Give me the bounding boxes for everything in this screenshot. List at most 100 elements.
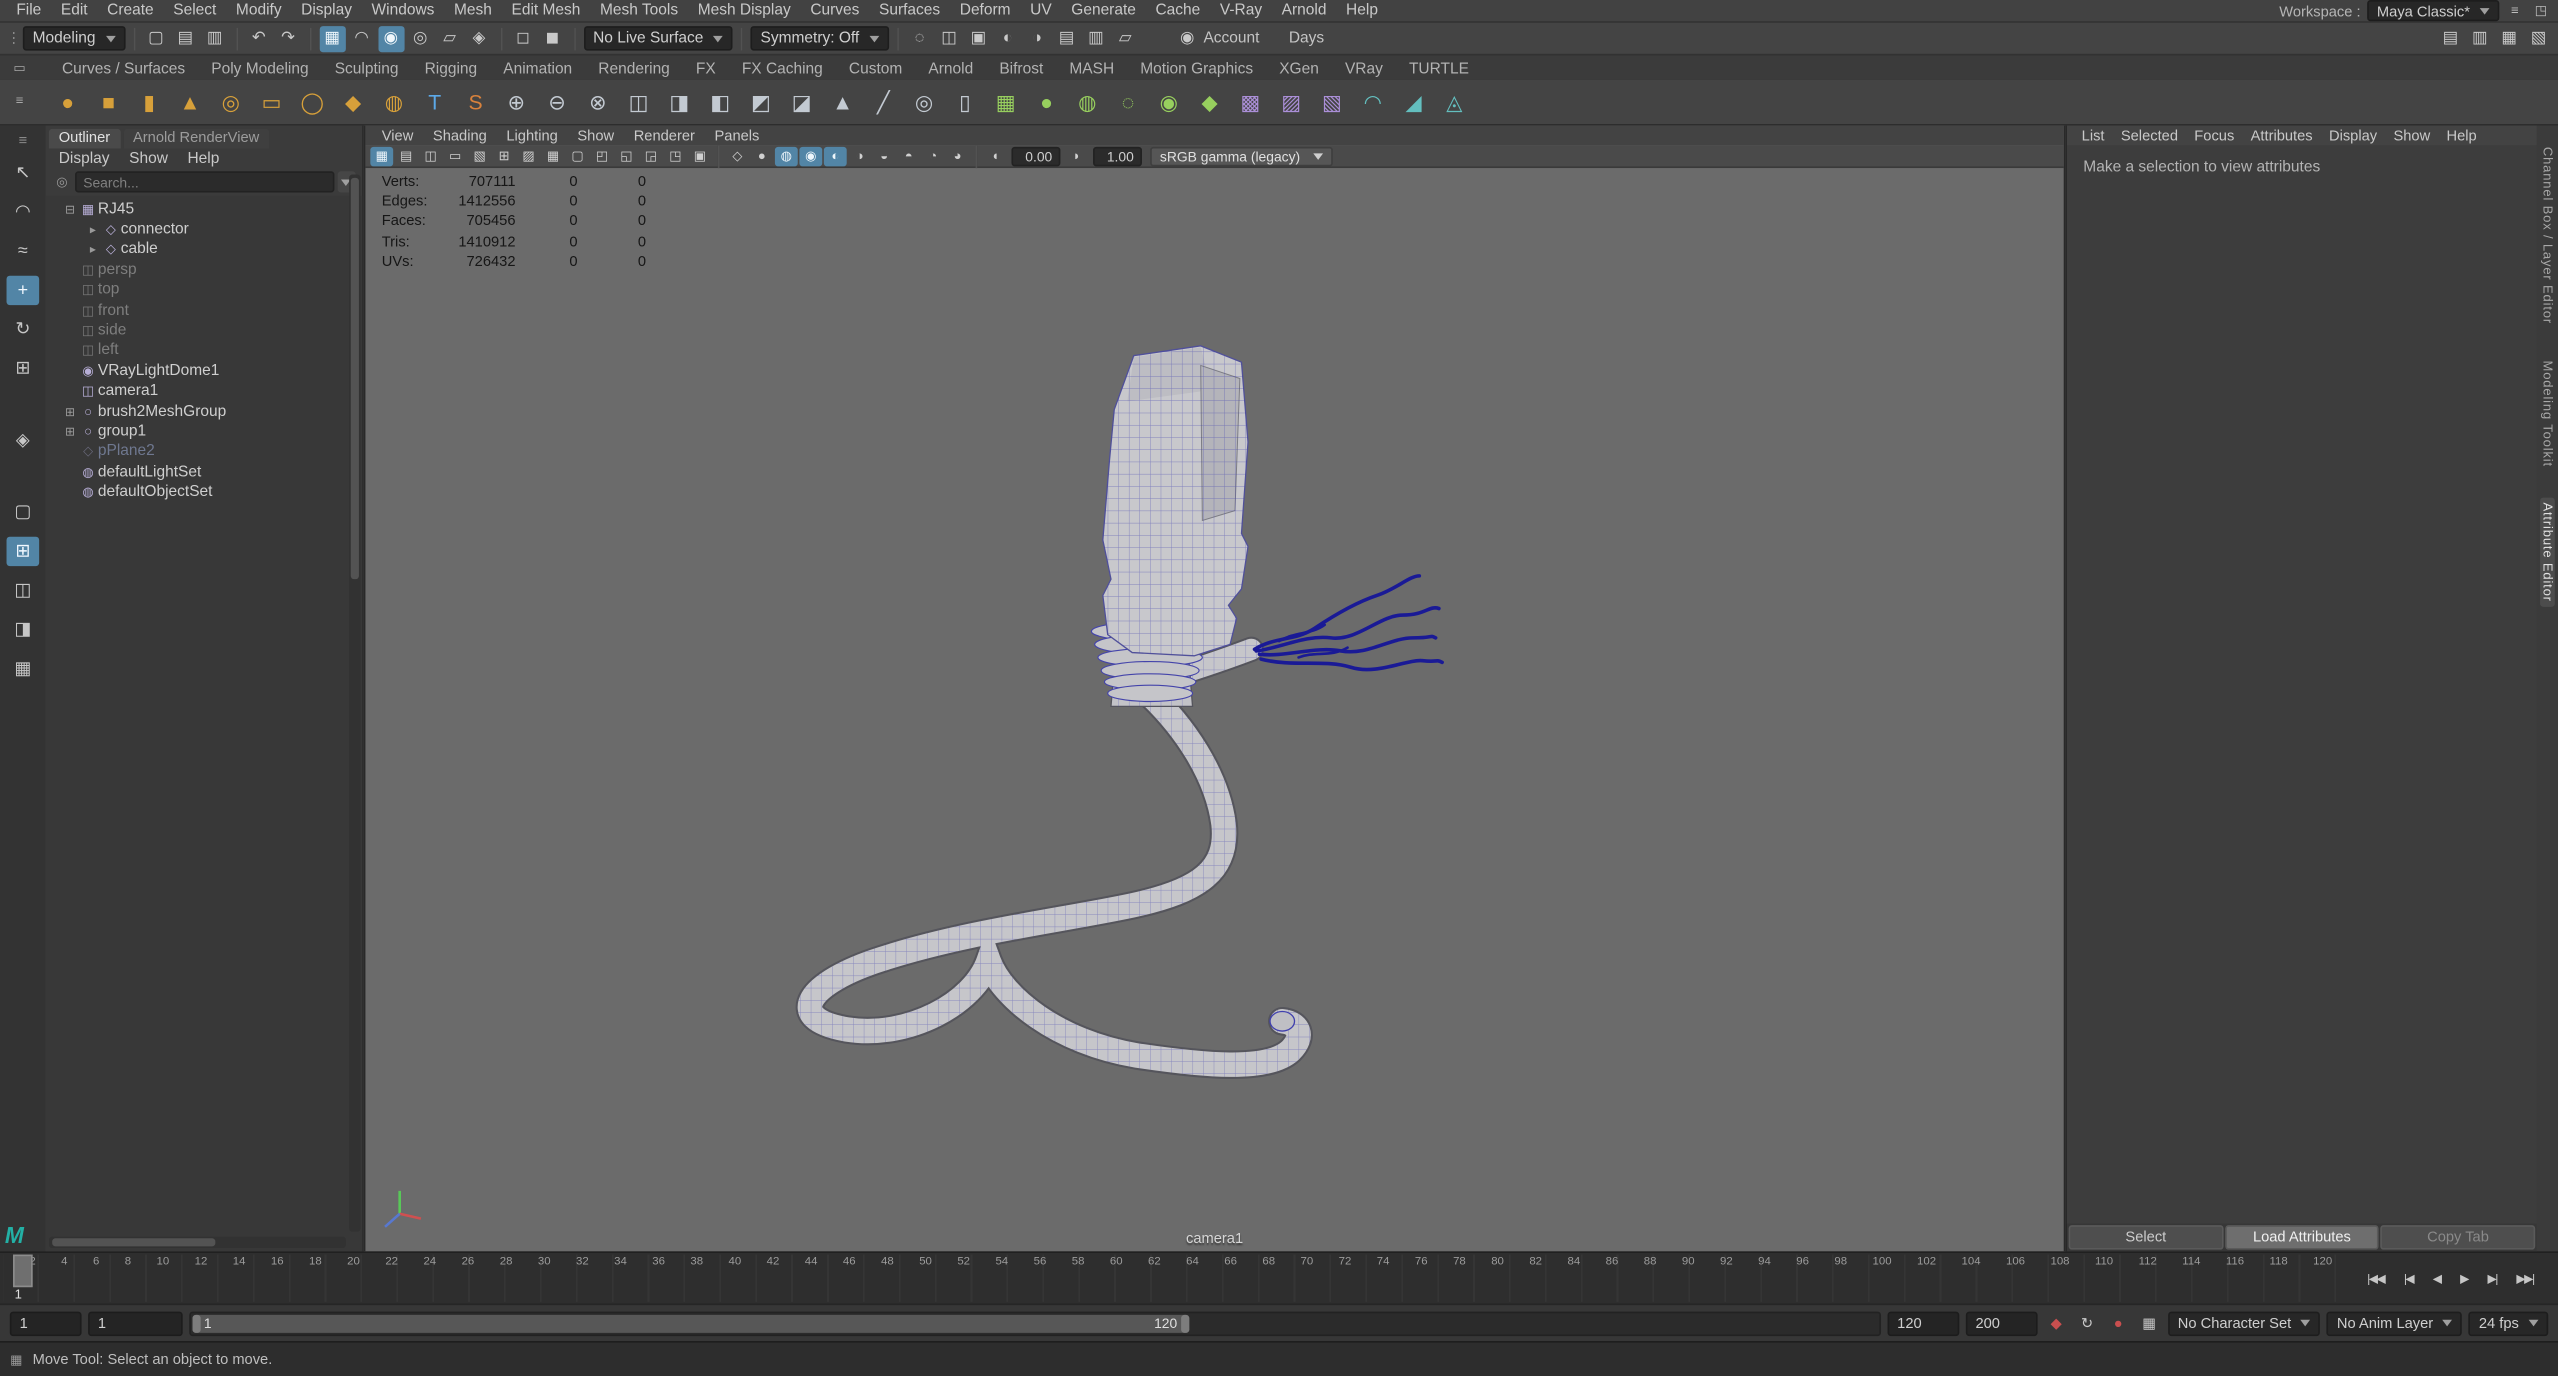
shelf-poly-torus-icon[interactable]: ◎ <box>212 83 250 121</box>
shelf-quad-draw-icon[interactable]: ▦ <box>987 83 1025 121</box>
select-button[interactable]: Select <box>2068 1225 2224 1250</box>
object-mode-icon[interactable]: ◻ <box>510 25 536 51</box>
shelf-poly-cone-icon[interactable]: ▲ <box>171 83 209 121</box>
animation-end-field[interactable]: 200 <box>1965 1310 2038 1336</box>
shelf-poly-cube-icon[interactable]: ■ <box>90 83 128 121</box>
select-camera-icon[interactable]: ▦ <box>370 146 394 166</box>
shelf-extract-icon[interactable]: ◧ <box>702 83 740 121</box>
soft-select-icon[interactable]: ◌ <box>907 25 933 51</box>
anim-layer-dropdown[interactable]: No Anim Layer <box>2327 1310 2463 1336</box>
viewport-menu-item[interactable]: Show <box>568 127 624 143</box>
lock-camera-icon[interactable]: ▤ <box>395 146 418 166</box>
snap-to-view-plane-icon[interactable]: ▱ <box>437 25 463 51</box>
move-tool-icon[interactable]: + <box>6 275 40 306</box>
motion-blur-icon[interactable]: ◒ <box>873 146 896 166</box>
shelf-tab[interactable]: Sculpting <box>322 59 412 80</box>
outliner-item-left[interactable]: ◫ left <box>46 341 362 361</box>
outliner-item-cable[interactable]: ▸ ◇ cable <box>46 239 362 259</box>
workspace-options-icon[interactable]: ◳ <box>2530 2 2551 20</box>
shelf-tab-toggle-icon[interactable]: ▭ <box>8 59 31 79</box>
exposure-field[interactable]: 0.00 <box>1011 146 1061 166</box>
outliner-item-defaultobjectset[interactable]: ◍ defaultObjectSet <box>46 482 362 502</box>
outliner-item-top[interactable]: ◫ top <box>46 280 362 300</box>
outliner-item-brush2meshgroup[interactable]: ⊞ ○ brush2MeshGroup <box>46 401 362 421</box>
shelf-poly-cylinder-icon[interactable]: ▮ <box>131 83 169 121</box>
snap-to-grid-icon[interactable]: ▦ <box>319 25 346 52</box>
layout-four-pane-icon[interactable]: ⊞ <box>6 536 40 567</box>
menu-item[interactable]: Display <box>291 2 361 20</box>
shelf-boolean-intersection-icon[interactable]: ⊗ <box>579 83 617 121</box>
anim-preferences-icon[interactable]: ▦ <box>2137 1311 2161 1335</box>
bookmark-icon[interactable]: ▭ <box>444 146 467 166</box>
symmetry-dropdown[interactable]: Symmetry: Off <box>750 26 889 51</box>
menu-item[interactable]: Arnold <box>1272 2 1336 20</box>
shelf-tab[interactable]: Arnold <box>915 59 986 80</box>
make-live-icon[interactable]: ◈ <box>466 25 492 51</box>
search-filter-icon[interactable]: ◎ <box>52 175 72 190</box>
menu-item[interactable]: Modify <box>226 2 291 20</box>
scale-tool-icon[interactable]: ⊞ <box>7 354 40 383</box>
attribute-editor-menu-item[interactable]: Focus <box>2186 127 2242 143</box>
menu-item[interactable]: File <box>7 2 52 20</box>
go-to-start-button[interactable]: |◀◀ <box>2366 1268 2386 1289</box>
layout-custom-icon[interactable]: ▦ <box>7 654 40 683</box>
shelf-platonic-solid-icon[interactable]: ◆ <box>334 83 372 121</box>
shelf-remesh-icon[interactable]: ▩ <box>1232 83 1270 121</box>
xray-display-icon[interactable]: ◔ <box>922 146 945 166</box>
universal-manipulator-icon[interactable]: ◈ <box>7 426 40 455</box>
menu-item[interactable]: Select <box>163 2 226 20</box>
snap-to-curve-icon[interactable]: ◠ <box>348 25 374 51</box>
save-scene-icon[interactable]: ▥ <box>202 25 228 51</box>
viewport-menu-item[interactable]: Shading <box>423 127 496 143</box>
shelf-boolean-difference-icon[interactable]: ⊖ <box>538 83 576 121</box>
outliner-menu-show[interactable]: Show <box>129 150 168 168</box>
workspace-presets-icon[interactable]: ≡ <box>2504 2 2525 20</box>
open-scene-icon[interactable]: ▤ <box>172 25 198 51</box>
textured-display-icon[interactable]: ◍ <box>774 146 798 166</box>
viewport-menu-item[interactable]: Renderer <box>624 127 705 143</box>
viewport-canvas[interactable]: Verts: 707111 0 0 Edges: 1412556 0 0 Fac… <box>365 168 2063 1251</box>
shaded-display-icon[interactable]: ● <box>750 146 773 166</box>
shelf-poly-plane-icon[interactable]: ▭ <box>253 83 291 121</box>
outliner-item-side[interactable]: ◫ side <box>46 320 362 340</box>
isolate-select-icon[interactable]: ◕ <box>946 146 969 166</box>
shelf-separate-icon[interactable]: ◨ <box>661 83 699 121</box>
gate-mask-icon[interactable]: ◱ <box>615 146 638 166</box>
time-slider-track[interactable]: 2468101214161820222426283032343638404244… <box>3 1254 2346 1302</box>
copy-tab-button[interactable]: Copy Tab <box>2380 1225 2536 1250</box>
attribute-editor-menu-item[interactable]: Attributes <box>2242 127 2320 143</box>
shelf-tab[interactable]: Bifrost <box>986 59 1056 80</box>
toolbox-grip-icon[interactable]: ≡ <box>16 132 29 148</box>
range-slider-track[interactable]: 1 120 <box>189 1310 1881 1336</box>
shelf-spin-edge-icon[interactable]: ◬ <box>1436 83 1474 121</box>
menu-item[interactable]: Cache <box>1146 2 1210 20</box>
side-tab-attribute-editor[interactable]: Attribute Editor <box>2540 497 2555 607</box>
shelf-tab[interactable]: TURTLE <box>1396 59 1482 80</box>
expander-icon[interactable]: ⊞ <box>62 404 78 419</box>
outliner-item-defaultlightset[interactable]: ◍ defaultLightSet <box>46 462 362 482</box>
layout-persp-outliner-icon[interactable]: ◨ <box>7 615 40 644</box>
shelf-multi-cut-icon[interactable]: ╱ <box>865 83 903 121</box>
shelf-tab[interactable]: Animation <box>490 59 585 80</box>
shelf-poly-disc-icon[interactable]: ◯ <box>294 83 332 121</box>
gamma-field[interactable]: 1.00 <box>1093 146 1142 166</box>
expander-icon[interactable]: ⊞ <box>62 424 78 439</box>
shelf-type-tool-icon[interactable]: T <box>416 83 454 121</box>
viewport-3d-model[interactable] <box>365 168 2063 1251</box>
menu-item[interactable]: Mesh Tools <box>590 2 688 20</box>
viewport-menu-item[interactable]: View <box>372 127 423 143</box>
menu-item[interactable]: Mesh Display <box>688 2 801 20</box>
expander-icon[interactable]: ▸ <box>85 222 101 237</box>
playback-end-field[interactable]: 120 <box>1887 1310 1960 1336</box>
menu-item[interactable]: Generate <box>1061 2 1145 20</box>
outliner-vertical-scrollbar[interactable] <box>349 174 361 1232</box>
go-to-end-button[interactable]: ▶▶| <box>2515 1268 2535 1289</box>
playback-loop-icon[interactable]: ↻ <box>2075 1311 2099 1335</box>
fps-dropdown[interactable]: 24 fps <box>2469 1310 2549 1336</box>
shelf-tab[interactable]: Rigging <box>412 59 491 80</box>
outliner-item-group1[interactable]: ⊞ ○ group1 <box>46 421 362 441</box>
shelf-smooth-brush-icon[interactable]: ◍ <box>1069 83 1107 121</box>
set-key-icon[interactable]: ◆ <box>2044 1311 2068 1335</box>
attribute-editor-menu-item[interactable]: Selected <box>2113 127 2186 143</box>
shelf-relax-brush-icon[interactable]: ◌ <box>1109 83 1147 121</box>
